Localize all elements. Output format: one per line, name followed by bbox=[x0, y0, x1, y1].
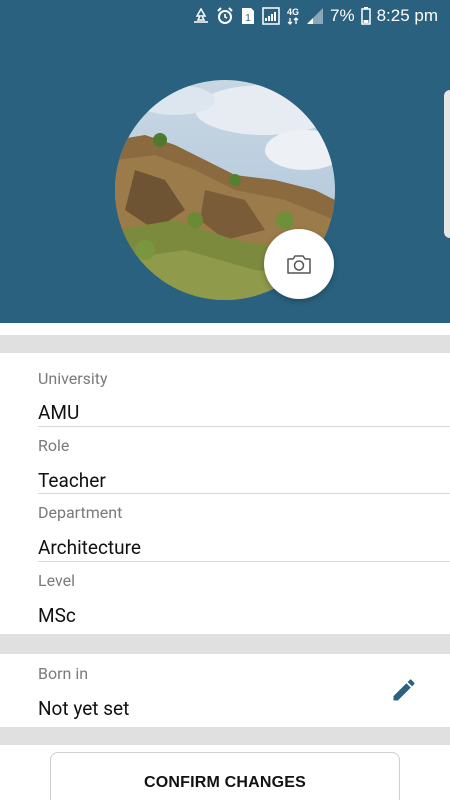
role-field[interactable]: Role Teacher bbox=[0, 427, 450, 494]
university-label: University bbox=[38, 369, 108, 388]
battery-icon bbox=[360, 7, 371, 25]
university-field[interactable]: University AMU bbox=[0, 353, 450, 427]
level-value[interactable]: MSc bbox=[38, 604, 76, 627]
signal-bars-icon bbox=[306, 7, 324, 25]
section-separator bbox=[0, 634, 450, 654]
born-in-field[interactable]: Born in Not yet set bbox=[0, 654, 450, 727]
edit-pencil-icon[interactable] bbox=[390, 676, 418, 704]
role-value[interactable]: Teacher bbox=[38, 469, 106, 492]
camera-icon bbox=[287, 255, 311, 274]
confirm-changes-button[interactable]: CONFIRM CHANGES bbox=[50, 752, 400, 800]
sim-badge-text: 1 bbox=[245, 13, 251, 24]
network-4g-icon: 4G bbox=[286, 6, 300, 26]
department-field[interactable]: Department Architecture bbox=[0, 494, 450, 562]
status-bar: 1 4G 7% 8:25 pm bbox=[0, 0, 450, 32]
level-field[interactable]: Level MSc bbox=[0, 562, 450, 634]
sim-icon: 1 bbox=[240, 7, 256, 25]
network-text: 4G bbox=[287, 7, 299, 17]
scroll-handle[interactable] bbox=[444, 90, 450, 238]
signal-icon bbox=[262, 7, 280, 25]
battery-percent: 7% bbox=[329, 6, 355, 25]
level-label: Level bbox=[38, 571, 76, 590]
alarm-icon bbox=[216, 7, 234, 25]
section-separator bbox=[0, 727, 450, 745]
change-photo-button[interactable] bbox=[264, 229, 334, 299]
department-label: Department bbox=[38, 503, 123, 522]
recycle-icon bbox=[192, 8, 210, 24]
born-in-value: Not yet set bbox=[38, 697, 130, 720]
department-value[interactable]: Architecture bbox=[38, 536, 141, 559]
clock: 8:25 pm bbox=[376, 6, 438, 25]
university-value[interactable]: AMU bbox=[38, 401, 79, 424]
role-label: Role bbox=[38, 436, 70, 455]
born-in-label: Born in bbox=[38, 664, 89, 683]
section-separator bbox=[0, 335, 450, 353]
